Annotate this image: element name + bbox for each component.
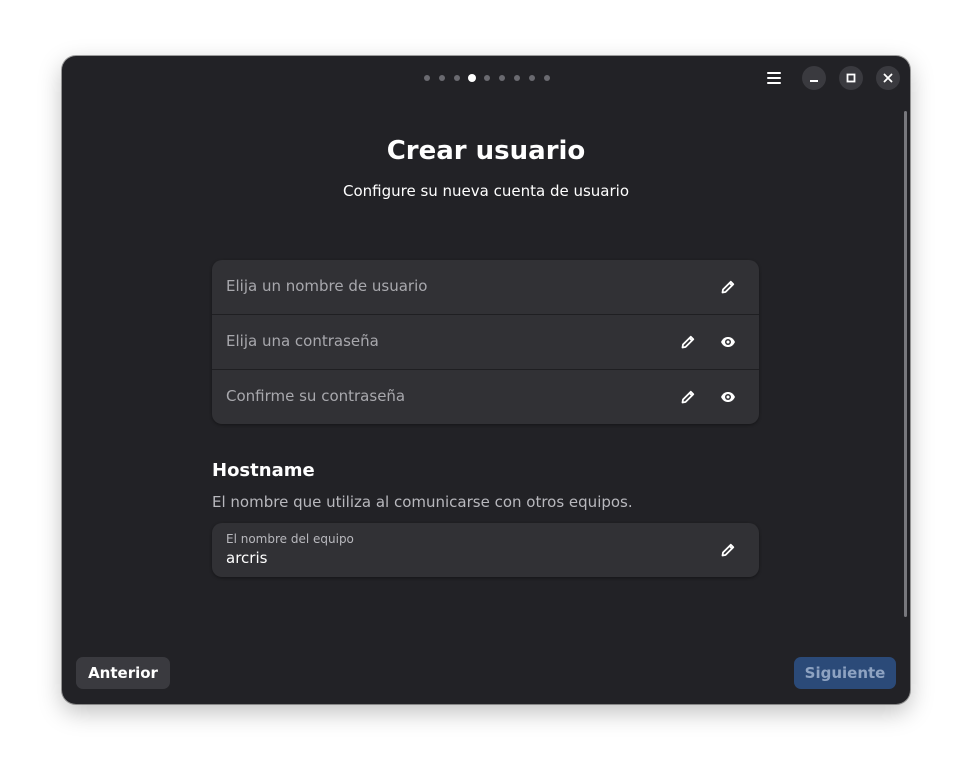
- progress-dot-current: [468, 74, 476, 82]
- confirm-password-placeholder: Confirme su contraseña: [226, 387, 406, 405]
- minimize-icon: [810, 80, 818, 82]
- edit-confirm-password-button[interactable]: [676, 385, 700, 409]
- pencil-icon: [681, 390, 695, 404]
- account-fields-group: Elija un nombre de usuario Elija una con…: [212, 260, 759, 424]
- show-confirm-password-button[interactable]: [716, 385, 740, 409]
- progress-dot: [454, 75, 460, 81]
- hostname-heading: Hostname: [212, 460, 315, 481]
- close-icon: [883, 73, 893, 83]
- maximize-button[interactable]: [839, 66, 863, 90]
- confirm-password-entry[interactable]: Confirme su contraseña: [212, 370, 759, 424]
- username-entry[interactable]: Elija un nombre de usuario: [212, 260, 759, 315]
- show-password-button[interactable]: [716, 330, 740, 354]
- pencil-icon: [721, 280, 735, 294]
- previous-button[interactable]: Anterior: [76, 657, 170, 689]
- edit-password-button[interactable]: [676, 330, 700, 354]
- pencil-icon: [721, 543, 735, 557]
- hostname-label: El nombre del equipo: [226, 532, 354, 546]
- edit-username-button[interactable]: [716, 275, 740, 299]
- close-button[interactable]: [876, 66, 900, 90]
- hostname-entry[interactable]: El nombre del equipo arcris: [212, 523, 759, 577]
- progress-dot: [529, 75, 535, 81]
- minimize-button[interactable]: [802, 66, 826, 90]
- username-placeholder: Elija un nombre de usuario: [226, 277, 428, 295]
- progress-dot: [439, 75, 445, 81]
- progress-dot: [514, 75, 520, 81]
- edit-hostname-button[interactable]: [716, 538, 740, 562]
- password-entry[interactable]: Elija una contraseña: [212, 315, 759, 370]
- progress-dot: [544, 75, 550, 81]
- page-title: Crear usuario: [386, 136, 586, 166]
- progress-dot: [499, 75, 505, 81]
- page-subtitle: Configure su nueva cuenta de usuario: [342, 182, 630, 200]
- eye-icon: [721, 392, 735, 402]
- progress-dot: [484, 75, 490, 81]
- next-button[interactable]: Siguiente: [794, 657, 896, 689]
- hamburger-icon: [767, 72, 781, 84]
- main-menu-button[interactable]: [762, 66, 786, 90]
- progress-dots: [424, 74, 559, 82]
- hostname-value[interactable]: arcris: [226, 549, 267, 567]
- password-placeholder: Elija una contraseña: [226, 332, 379, 350]
- progress-dot: [424, 75, 430, 81]
- eye-icon: [721, 337, 735, 347]
- installer-window: Crear usuario Configure su nueva cuenta …: [62, 56, 910, 704]
- maximize-icon: [846, 73, 856, 83]
- hostname-description: El nombre que utiliza al comunicarse con…: [212, 493, 633, 511]
- pencil-icon: [681, 335, 695, 349]
